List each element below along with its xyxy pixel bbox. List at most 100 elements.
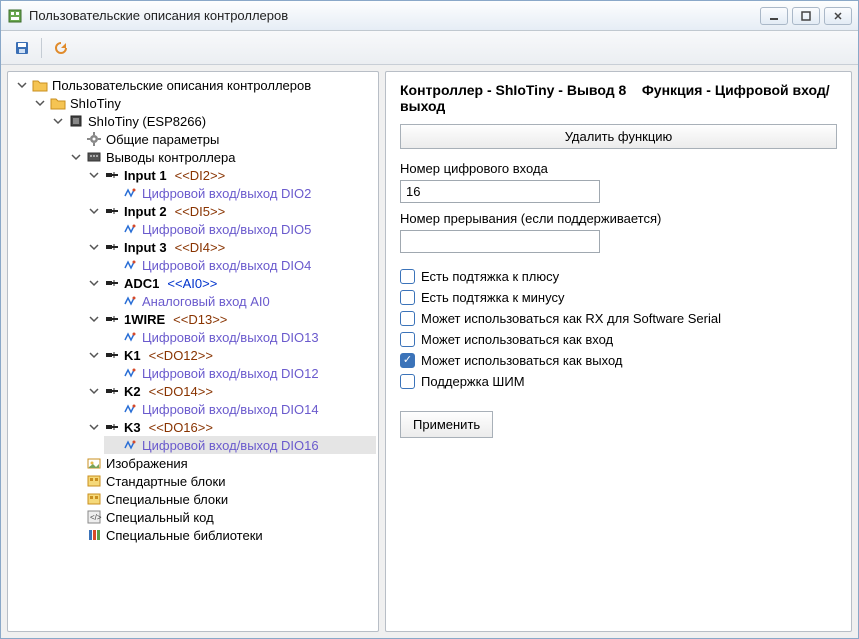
tree-label: Специальный код	[106, 510, 214, 525]
save-button[interactable]	[11, 37, 33, 59]
chevron-down-icon[interactable]	[88, 277, 100, 289]
tree-node[interactable]: K2 <<DO14>>	[86, 382, 376, 400]
tree-leaf[interactable]: Цифровой вход/выход DIO12	[104, 364, 376, 382]
tree-label: Цифровой вход/выход DIO2	[142, 186, 311, 201]
pin-icon	[104, 419, 120, 435]
chevron-down-icon[interactable]	[88, 241, 100, 253]
tree-label: Стандартные блоки	[106, 474, 225, 489]
chevron-down-icon[interactable]	[16, 79, 28, 91]
tree-node[interactable]: Input 2 <<DI5>>	[86, 202, 376, 220]
tree-node[interactable]: ADC1 <<AI0>>	[86, 274, 376, 292]
tree-label: ShIoTiny	[70, 96, 121, 111]
checkbox[interactable]	[400, 353, 415, 368]
irq-input[interactable]	[400, 230, 600, 253]
chevron-down-icon[interactable]	[88, 385, 100, 397]
checkbox[interactable]	[400, 290, 415, 305]
blocks-icon	[86, 473, 102, 489]
pin-icon	[104, 383, 120, 399]
checkbox[interactable]	[400, 374, 415, 389]
io-icon	[122, 185, 138, 201]
tree-node[interactable]: Input 1 <<DI2>>	[86, 166, 376, 184]
checkbox[interactable]	[400, 332, 415, 347]
checkbox-label: Есть подтяжка к плюсу	[421, 269, 559, 284]
titlebar: Пользовательские описания контроллеров	[1, 1, 858, 31]
apply-button[interactable]: Применить	[400, 411, 493, 438]
tree-leaf[interactable]: Специальные библиотеки	[68, 526, 376, 544]
delete-function-button[interactable]: Удалить функцию	[400, 124, 837, 149]
checkbox[interactable]	[400, 269, 415, 284]
chevron-down-icon[interactable]	[52, 115, 64, 127]
tree-leaf[interactable]: Цифровой вход/выход DIO5	[104, 220, 376, 238]
tree-node[interactable]: ShIoTiny	[32, 94, 376, 112]
tree-label: ADC1	[124, 276, 159, 291]
pin-icon	[104, 311, 120, 327]
tree-leaf[interactable]: Изображения	[68, 454, 376, 472]
tree-node[interactable]: Пользовательские описания контроллеров	[14, 76, 376, 94]
tree-label: K2	[124, 384, 141, 399]
checkbox-label: Может использоваться как вход	[421, 332, 613, 347]
tree[interactable]: Пользовательские описания контроллеров Sh…	[10, 76, 376, 544]
tree-node[interactable]: K1 <<DO12>>	[86, 346, 376, 364]
tree-node[interactable]: ShIoTiny (ESP8266)	[50, 112, 376, 130]
checkbox-label: Есть подтяжка к минусу	[421, 290, 564, 305]
toolbar-separator	[41, 38, 42, 58]
io-icon	[122, 293, 138, 309]
tree-leaf[interactable]: Специальные блоки	[68, 490, 376, 508]
checkbox-row: Поддержка ШИМ	[400, 374, 837, 389]
tree-leaf[interactable]: Общие параметры	[68, 130, 376, 148]
folder-icon	[50, 95, 66, 111]
checkbox-row: Может использоваться как RX для Software…	[400, 311, 837, 326]
refresh-button[interactable]	[50, 37, 72, 59]
tree-leaf[interactable]: </>Специальный код	[68, 508, 376, 526]
tree-label: Цифровой вход/выход DIO16	[142, 438, 319, 453]
tree-label: Выводы контроллера	[106, 150, 236, 165]
tree-label: Цифровой вход/выход DIO4	[142, 258, 311, 273]
app-icon	[7, 8, 23, 24]
tree-node[interactable]: 1WIRE <<D13>>	[86, 310, 376, 328]
chevron-down-icon[interactable]	[70, 151, 82, 163]
tree-leaf[interactable]: Цифровой вход/выход DIO16	[104, 436, 376, 454]
tree-label: Цифровой вход/выход DIO13	[142, 330, 319, 345]
tree-alias: <<DO14>>	[149, 384, 213, 399]
chevron-down-icon[interactable]	[88, 169, 100, 181]
tree-alias: <<D13>>	[173, 312, 227, 327]
checkbox-label: Может использоваться как выход	[421, 353, 623, 368]
tree-alias: <<AI0>>	[167, 276, 217, 291]
minimize-icon	[769, 11, 779, 21]
content-area: Пользовательские описания контроллеров Sh…	[1, 65, 858, 638]
din-input[interactable]	[400, 180, 600, 203]
tree-alias: <<DI5>>	[175, 204, 226, 219]
tree-alias: <<DO16>>	[149, 420, 213, 435]
chevron-down-icon[interactable]	[88, 421, 100, 433]
pin-icon	[104, 347, 120, 363]
checkbox-row: Есть подтяжка к плюсу	[400, 269, 837, 284]
tree-node[interactable]: Input 3 <<DI4>>	[86, 238, 376, 256]
checkbox-label: Может использоваться как RX для Software…	[421, 311, 721, 326]
irq-label: Номер прерывания (если поддерживается)	[400, 211, 837, 226]
pin-icon	[104, 203, 120, 219]
tree-leaf[interactable]: Аналоговый вход AI0	[104, 292, 376, 310]
chevron-down-icon[interactable]	[88, 349, 100, 361]
checkbox[interactable]	[400, 311, 415, 326]
chevron-down-icon[interactable]	[34, 97, 46, 109]
tree-node[interactable]: Выводы контроллера	[68, 148, 376, 166]
tree-node[interactable]: K3 <<DO16>>	[86, 418, 376, 436]
tree-label: Цифровой вход/выход DIO14	[142, 402, 319, 417]
chevron-down-icon[interactable]	[88, 205, 100, 217]
tree-label: ShIoTiny (ESP8266)	[88, 114, 206, 129]
blocks-icon	[86, 491, 102, 507]
close-button[interactable]	[824, 7, 852, 25]
minimize-button[interactable]	[760, 7, 788, 25]
maximize-button[interactable]	[792, 7, 820, 25]
tree-label: Специальные блоки	[106, 492, 228, 507]
tree-leaf[interactable]: Цифровой вход/выход DIO4	[104, 256, 376, 274]
tree-label: 1WIRE	[124, 312, 165, 327]
tree-leaf[interactable]: Цифровой вход/выход DIO14	[104, 400, 376, 418]
panel-header: Контроллер - ShIoTiny - Вывод 8 Функция …	[400, 82, 837, 114]
tree-leaf[interactable]: Цифровой вход/выход DIO2	[104, 184, 376, 202]
chevron-down-icon[interactable]	[88, 313, 100, 325]
tree-leaf[interactable]: Стандартные блоки	[68, 472, 376, 490]
chip-icon	[68, 113, 84, 129]
tree-leaf[interactable]: Цифровой вход/выход DIO13	[104, 328, 376, 346]
pin-icon	[104, 275, 120, 291]
